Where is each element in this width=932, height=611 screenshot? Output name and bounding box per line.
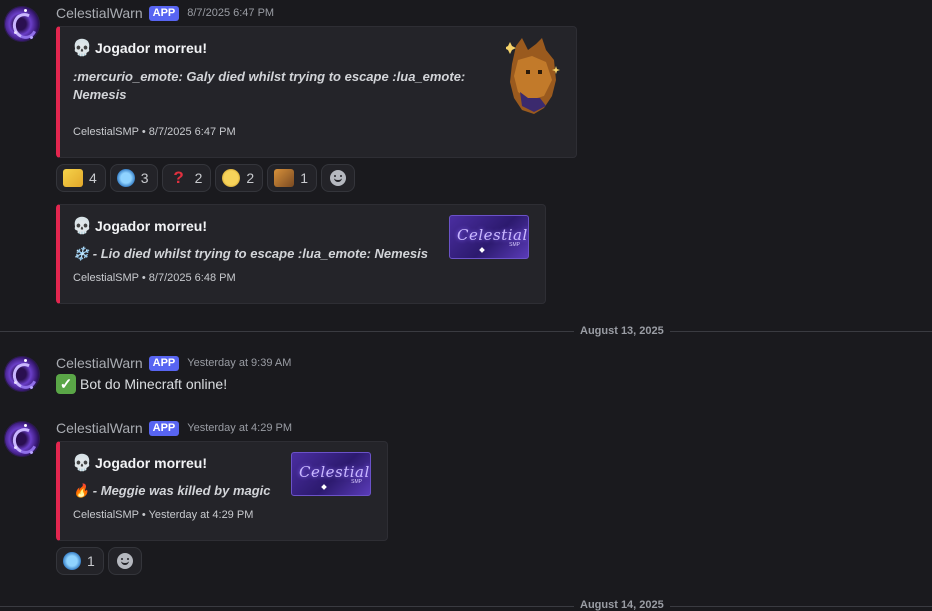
add-reaction-icon: [329, 170, 346, 186]
reaction-count: 2: [246, 170, 255, 186]
reaction-crying[interactable]: 3: [109, 164, 158, 192]
app-badge: APP: [148, 5, 180, 21]
skull-icon: 💀: [72, 40, 92, 57]
embed-footer: CelestialSMP • 8/7/2025 6:47 PM: [73, 126, 236, 138]
timestamp[interactable]: Yesterday at 9:39 AM: [187, 357, 291, 369]
avatar[interactable]: [4, 6, 40, 42]
sparkle-icon: [479, 247, 485, 253]
reaction-count: 3: [140, 170, 149, 186]
embed-description: :mercurio_emote: Galy died whilst trying…: [73, 69, 466, 102]
reaction-count: 1: [87, 553, 95, 569]
message-text: Bot do Minecraft online!: [80, 376, 228, 392]
reaction-count: 1: [300, 170, 308, 186]
reactions-bar: 4 3 ? 2 2 1: [56, 164, 355, 192]
app-badge: APP: [148, 355, 180, 371]
username[interactable]: CelestialWarn: [56, 420, 143, 436]
date-divider: [0, 606, 932, 607]
banana-icon: [63, 169, 83, 187]
username[interactable]: CelestialWarn: [56, 355, 143, 371]
sparkle-icon: [321, 484, 327, 490]
embed-footer: CelestialSMP • 8/7/2025 6:48 PM: [73, 272, 236, 284]
avatar[interactable]: [4, 421, 40, 457]
date-divider: [0, 331, 932, 332]
embed-title-text: Jogador morreu!: [95, 455, 208, 471]
reaction-crying[interactable]: 1: [56, 547, 104, 575]
celestial-banner-thumbnail[interactable]: Celestial SMP: [449, 215, 529, 259]
reaction-question[interactable]: ? 2: [161, 164, 212, 192]
check-mark-icon: ✓: [56, 374, 76, 394]
banner-logo-sub: SMP: [509, 242, 520, 248]
reaction-banana[interactable]: 4: [56, 164, 106, 192]
username[interactable]: CelestialWarn: [56, 5, 143, 21]
embed-title: 💀 Jogador morreu!: [72, 454, 208, 472]
crying-icon: [63, 552, 81, 570]
message-header: CelestialWarn APP Yesterday at 4:29 PM: [56, 420, 292, 436]
sweat-smile-icon: [222, 169, 241, 187]
timestamp[interactable]: 8/7/2025 6:47 PM: [187, 7, 274, 19]
date-divider-label: August 13, 2025: [574, 325, 670, 337]
cat-icon: [274, 169, 295, 187]
embed-title-text: Jogador morreu!: [95, 218, 208, 234]
add-reaction-button[interactable]: [107, 547, 142, 575]
message-header: CelestialWarn APP 8/7/2025 6:47 PM: [56, 5, 274, 21]
reaction-count: 2: [194, 170, 203, 186]
embed-card: 💀 Jogador morreu! :mercurio_emote: Galy …: [56, 26, 577, 158]
banner-logo-sub: SMP: [351, 479, 362, 485]
message-content: ✓ Bot do Minecraft online!: [56, 374, 227, 394]
embed-footer: CelestialSMP • Yesterday at 4:29 PM: [73, 509, 254, 521]
embed-description: ❄️ - Lio died whilst trying to escape :l…: [73, 246, 428, 261]
skull-icon: 💀: [72, 218, 92, 235]
reaction-sweat-smile[interactable]: 2: [215, 164, 264, 192]
app-badge: APP: [148, 420, 180, 436]
embed-card: 💀 Jogador morreu! 🔥 - Meggie was killed …: [56, 441, 388, 541]
embed-card: 💀 Jogador morreu! ❄️ - Lio died whilst t…: [56, 204, 546, 304]
reactions-bar: 1: [56, 547, 142, 575]
question-mark-icon: ?: [173, 168, 184, 187]
skull-icon: 💀: [72, 455, 92, 472]
celestial-banner-thumbnail[interactable]: Celestial SMP: [291, 452, 371, 496]
embed-title: 💀 Jogador morreu!: [72, 39, 208, 57]
date-divider-label: August 14, 2025: [574, 599, 670, 611]
reaction-cat[interactable]: 1: [267, 164, 317, 192]
add-reaction-button[interactable]: [320, 164, 355, 192]
embed-title-text: Jogador morreu!: [95, 40, 208, 56]
embed-description: 🔥 - Meggie was killed by magic: [73, 483, 271, 498]
embed-title: 💀 Jogador morreu!: [72, 217, 208, 235]
timestamp[interactable]: Yesterday at 4:29 PM: [187, 422, 292, 434]
crying-icon: [116, 169, 135, 187]
avatar[interactable]: [4, 356, 40, 392]
message-header: CelestialWarn APP Yesterday at 9:39 AM: [56, 355, 291, 371]
add-reaction-icon: [116, 553, 133, 569]
creature-thumbnail[interactable]: [506, 36, 562, 116]
reaction-count: 4: [89, 170, 97, 186]
